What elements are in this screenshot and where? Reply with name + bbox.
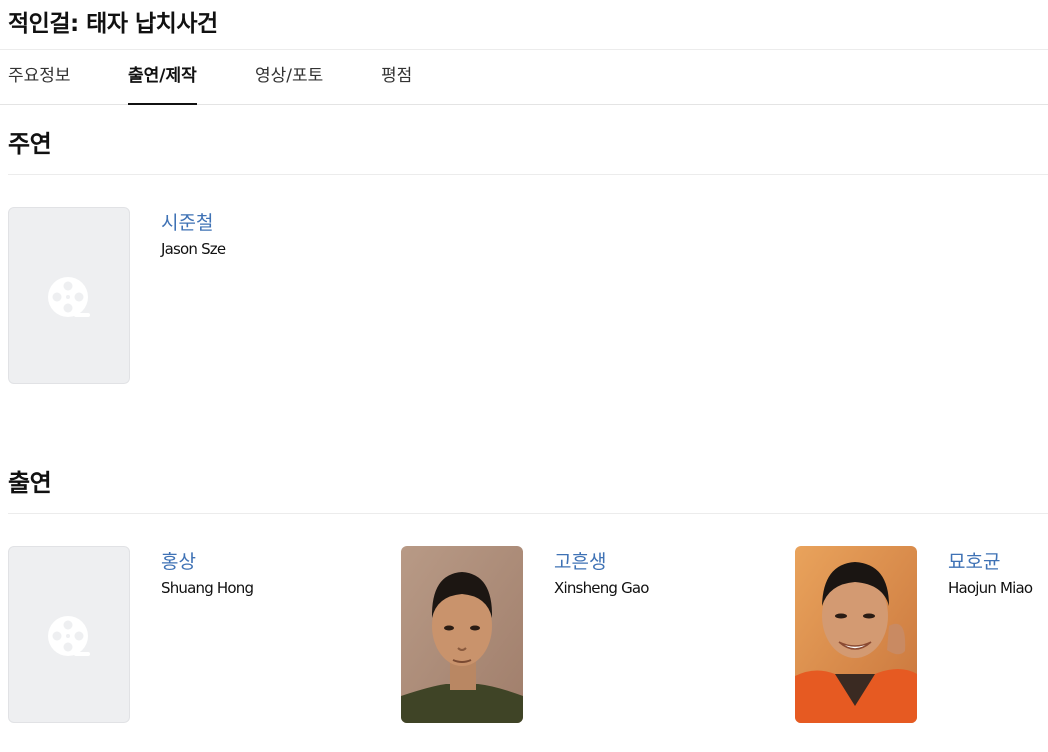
person-name-english: Jason Sze xyxy=(161,240,226,258)
film-reel-icon xyxy=(48,277,90,317)
cast-person-card: 묘호균 Haojun Miao xyxy=(795,546,1048,724)
person-photo[interactable] xyxy=(401,546,523,723)
film-reel-icon xyxy=(48,616,90,656)
lead-section-title: 주연 xyxy=(8,130,52,158)
person-name-link[interactable]: 고흔생 xyxy=(554,547,606,574)
tab-bar: 주요정보 출연/제작 영상/포토 평점 xyxy=(0,50,1048,105)
person-name-link[interactable]: 묘호균 xyxy=(948,547,1000,574)
person-photo[interactable] xyxy=(795,546,917,723)
portrait-photo-icon xyxy=(401,546,523,723)
cast-person-card: 고흔생 Xinsheng Gao xyxy=(401,546,781,724)
lead-section-divider xyxy=(8,174,1048,175)
person-photo-placeholder[interactable] xyxy=(8,207,130,384)
portrait-photo-icon xyxy=(795,546,917,723)
lead-person-card: 시준철 Jason Sze xyxy=(8,207,388,385)
tab-main-info[interactable]: 주요정보 xyxy=(8,50,71,105)
title-bar: 적인걸: 태자 납치사건 xyxy=(0,0,1048,50)
cast-section-divider xyxy=(8,513,1048,514)
cast-section-title: 출연 xyxy=(8,469,52,497)
tab-cast-crew[interactable]: 출연/제작 xyxy=(128,50,197,105)
cast-person-card: 홍상 Shuang Hong xyxy=(8,546,388,724)
page-title: 적인걸: 태자 납치사건 xyxy=(8,11,218,37)
tab-video-photo[interactable]: 영상/포토 xyxy=(255,50,323,105)
person-name-link[interactable]: 시준철 xyxy=(161,208,213,235)
tab-ratings[interactable]: 평점 xyxy=(381,50,412,105)
person-name-english: Xinsheng Gao xyxy=(554,579,650,597)
person-name-link[interactable]: 홍상 xyxy=(161,547,196,574)
person-name-english: Shuang Hong xyxy=(161,579,254,597)
person-photo-placeholder[interactable] xyxy=(8,546,130,723)
person-name-english: Haojun Miao xyxy=(948,579,1033,597)
